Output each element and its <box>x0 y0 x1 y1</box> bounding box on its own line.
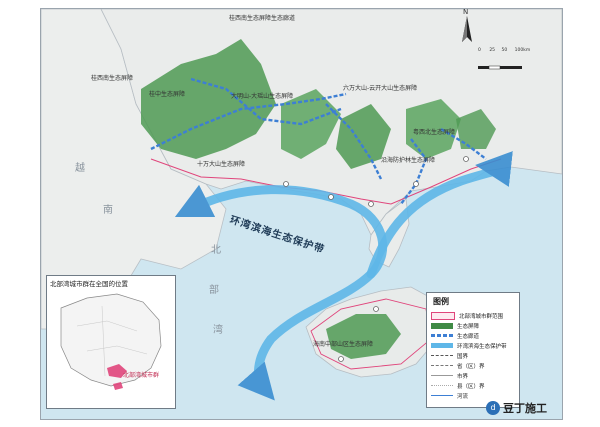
watermark: d 豆丁施工 <box>486 400 547 416</box>
city-dot <box>283 181 289 187</box>
north-arrow: N <box>454 8 480 52</box>
label-bu: 部 <box>209 285 219 296</box>
label-nam: 南 <box>103 205 113 216</box>
legend-item: 生态廊道 <box>431 331 517 340</box>
callout: 十万大山生态屏障 <box>197 161 246 168</box>
scale-0: 0 <box>478 48 481 53</box>
legend-item: 河流 <box>431 391 517 400</box>
city-dot <box>338 356 344 362</box>
callout: 粤西北生态屏障 <box>413 129 456 136</box>
callout: 桂西南生态屏障 <box>91 75 134 82</box>
legend-item: 北部湾城市群范围 <box>431 311 517 320</box>
city-dot <box>463 156 469 162</box>
label-viet: 越 <box>75 163 85 174</box>
legend-item: 环湾滨海生态保护带 <box>431 341 517 350</box>
callout: 沿海防护林生态屏障 <box>381 157 436 164</box>
city-dot <box>373 306 379 312</box>
scale-25: 25 <box>489 48 496 53</box>
legend-item: 市界 <box>431 371 517 380</box>
label-bei: 北 <box>211 245 221 256</box>
legend-item: 生态屏障 <box>431 321 517 330</box>
north-label: N <box>463 8 469 16</box>
inset-map: 北部湾城市群在全国的位置 北部湾城市群 <box>46 275 176 409</box>
scale-100: 100km <box>514 48 531 53</box>
legend-item: 国界 <box>431 351 517 360</box>
map-figure: 越 南 北 部 湾 环湾滨海生态保护带 桂西南生态屏障生态廊道 桂西南生态屏障 … <box>0 0 600 427</box>
city-dot <box>413 181 419 187</box>
scale-labels: 0 25 50 100km <box>478 48 530 53</box>
city-dot <box>368 201 374 207</box>
legend-item: 省（区）界 <box>431 361 517 370</box>
legend-title: 图例 <box>433 297 449 306</box>
legend-item: 县（区）界 <box>431 381 517 390</box>
callout: 桂西南生态屏障生态廊道 <box>229 15 296 22</box>
inset-highlight-label: 北部湾城市群 <box>123 372 160 379</box>
callout: 海南中部山区生态屏障 <box>313 341 374 348</box>
callout: 六万大山-云开大山生态屏障 <box>343 85 418 92</box>
callout: 桂中生态屏障 <box>149 91 186 98</box>
city-dot <box>328 194 334 200</box>
watermark-logo-icon: d <box>486 401 500 415</box>
scale-50: 50 <box>501 48 508 53</box>
callout: 大明山-大瑶山生态屏障 <box>231 93 294 100</box>
scale-bar <box>478 56 522 70</box>
inset-graphic <box>60 293 162 390</box>
watermark-text: 豆丁施工 <box>503 402 547 415</box>
label-wan: 湾 <box>213 325 223 336</box>
map-legend: 图例 北部湾城市群范围 生态屏障 生态廊道 环湾滨海生态保护带 国界 省（区）界… <box>426 292 520 408</box>
